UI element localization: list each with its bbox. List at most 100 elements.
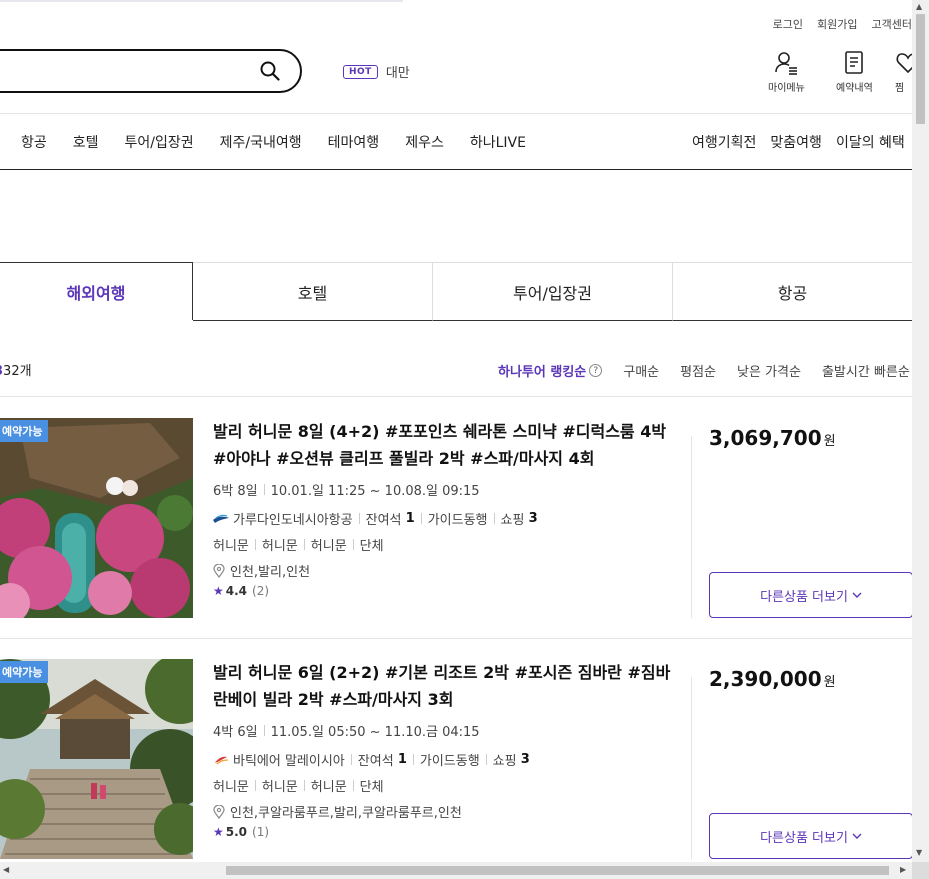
- tab-hotel[interactable]: 호텔: [193, 262, 433, 321]
- chevron-down-icon: [852, 592, 862, 598]
- product-rating: ★ 4.4 (2): [213, 584, 673, 598]
- wish-label: 찜: [895, 83, 905, 94]
- divider: [254, 539, 256, 550]
- hot-keyword-text[interactable]: 대만: [386, 62, 410, 81]
- price-currency: 원: [823, 434, 836, 449]
- guide-info: 가이드동행: [427, 513, 488, 528]
- search-icon[interactable]: [260, 61, 280, 85]
- divider: [350, 754, 352, 765]
- sort-purchase[interactable]: 구매순: [623, 361, 659, 380]
- result-count: 332개: [0, 360, 32, 379]
- search-input[interactable]: [0, 49, 302, 93]
- product-route: 인천,발리,인천: [213, 561, 673, 580]
- product-title[interactable]: 발리 허니문 6일 (2+2) #기본 리조트 2박 #포시즌 짐바란 #짐바란…: [213, 659, 673, 713]
- schedule-dates: 10.01.일 11:25 ~ 10.08.일 09:15: [270, 484, 480, 499]
- star-icon: ★: [213, 584, 224, 598]
- sort-departure[interactable]: 출발시간 빠른순: [822, 361, 910, 380]
- duration: 6박 8일: [213, 484, 258, 499]
- scroll-down-arrow-icon[interactable]: ▼: [916, 848, 922, 857]
- active-tab-gap: [0, 320, 193, 321]
- airline-name: 가루다인도네시아항공: [233, 513, 353, 528]
- product-image[interactable]: 예약가능: [0, 659, 193, 859]
- tab-flight[interactable]: 항공: [673, 262, 912, 321]
- reservations-button[interactable]: 예약내역: [836, 50, 873, 94]
- product-conditions: 바틱에어 말레이시아 잔여석 1 가이드동행 쇼핑 3: [213, 750, 673, 769]
- review-count: (2): [252, 584, 270, 598]
- more-products-button[interactable]: 다른상품 더보기: [709, 813, 913, 859]
- divider: [303, 539, 305, 550]
- scroll-up-arrow-icon[interactable]: ▲: [916, 2, 922, 11]
- price-value: 3,069,700: [709, 426, 822, 450]
- sort-low-price[interactable]: 낮은 가격순: [737, 361, 801, 380]
- help-icon[interactable]: ?: [589, 364, 603, 377]
- vertical-scroll-thumb[interactable]: [916, 14, 925, 124]
- nav-item-custom[interactable]: 맞춤여행: [770, 132, 822, 152]
- location-pin-icon: [213, 804, 225, 819]
- product-price: 2,390,000 원: [709, 667, 836, 691]
- airline-logo-icon: [215, 756, 229, 764]
- nav-item-zeus[interactable]: 제우스: [405, 132, 444, 152]
- seats-label: 잔여석: [357, 754, 394, 769]
- sort-ranking[interactable]: 하나투어 랭킹순?: [498, 361, 603, 380]
- tag: 단체: [359, 539, 384, 554]
- nav-item-tour[interactable]: 투어/입장권: [125, 132, 194, 152]
- price-currency: 원: [823, 675, 836, 690]
- nav-item-hotel[interactable]: 호텔: [73, 132, 99, 152]
- product-image[interactable]: 예약가능: [0, 418, 193, 618]
- more-products-button[interactable]: 다른상품 더보기: [709, 572, 913, 618]
- tab-tour[interactable]: 투어/입장권: [433, 262, 673, 321]
- duration: 4박 6일: [213, 725, 258, 740]
- product-tags: 허니문 허니문 허니문 단체: [213, 776, 673, 795]
- product-route: 인천,쿠알라룸푸르,발리,쿠알라룸푸르,인천: [213, 802, 673, 821]
- wish-button[interactable]: 찜: [895, 50, 912, 94]
- horizontal-scrollbar[interactable]: ◀ ▶: [0, 862, 912, 879]
- scroll-right-arrow-icon[interactable]: ▶: [900, 865, 906, 874]
- price-divider: [691, 677, 692, 859]
- tag: 허니문: [261, 539, 298, 554]
- mymenu-button[interactable]: 마이메뉴: [768, 50, 805, 94]
- horizontal-scroll-thumb[interactable]: [226, 866, 889, 875]
- global-nav: 항공 호텔 투어/입장권 제주/국내여행 테마여행 제우스 하나LIVE 여행기…: [0, 113, 912, 170]
- hot-keyword[interactable]: HOT 대만: [343, 62, 410, 81]
- vertical-scrollbar[interactable]: ▲ ▼: [912, 0, 929, 862]
- more-products-label: 다른상품 더보기: [760, 589, 848, 605]
- scroll-left-arrow-icon[interactable]: ◀: [3, 865, 9, 874]
- heart-icon: [896, 53, 912, 74]
- price-divider: [691, 436, 692, 618]
- tag: 허니문: [310, 780, 347, 795]
- tag: 허니문: [213, 539, 249, 554]
- nav-item-domestic[interactable]: 제주/국내여행: [220, 132, 302, 152]
- product-info: 발리 허니문 6일 (2+2) #기본 리조트 2박 #포시즌 짐바란 #짐바란…: [213, 659, 673, 839]
- price-value: 2,390,000: [709, 667, 822, 691]
- product-title[interactable]: 발리 허니문 8일 (4+2) #포포인츠 쉐라톤 스미냑 #디럭스룸 4박 #…: [213, 418, 673, 472]
- tag: 단체: [359, 780, 384, 795]
- customer-center-link[interactable]: 고객센터: [872, 16, 912, 32]
- product-conditions: 가루다인도네시아항공 잔여석 1 가이드동행 쇼핑 3: [213, 509, 673, 528]
- chevron-down-icon: [852, 833, 862, 839]
- shopping-count: 3: [520, 752, 530, 767]
- category-tabs: 해외여행 호텔 투어/입장권 항공: [0, 262, 912, 321]
- divider: [358, 513, 360, 524]
- product-item[interactable]: 예약가능 발리 허니문 8일 (4+2) #포포인츠 쉐라톤 스미냑 #디럭스룸…: [0, 418, 913, 618]
- nav-item-live[interactable]: 하나LIVE: [470, 132, 526, 152]
- divider: [412, 754, 414, 765]
- availability-badge: 예약가능: [0, 420, 49, 442]
- divider: [352, 539, 354, 550]
- schedule-dates: 11.05.일 05:50 ~ 11.10.금 04:15: [270, 725, 480, 740]
- sort-rating[interactable]: 평점순: [680, 361, 716, 380]
- document-icon: [845, 51, 864, 74]
- nav-item-exhibition[interactable]: 여행기획전: [692, 132, 756, 152]
- tab-overseas[interactable]: 해외여행: [0, 262, 193, 321]
- hot-badge: HOT: [343, 64, 378, 79]
- signup-link[interactable]: 회원가입: [817, 16, 857, 32]
- product-item[interactable]: 예약가능 발리 허니문 6일 (2+2) #기본 리조트 2박 #포시즌 짐바란…: [0, 659, 913, 859]
- nav-item-flight[interactable]: 항공: [21, 132, 47, 152]
- divider: [420, 513, 422, 524]
- nav-item-theme[interactable]: 테마여행: [328, 132, 380, 152]
- location-pin-icon: [213, 563, 225, 578]
- row-divider: [0, 638, 912, 639]
- guide-info: 가이드동행: [419, 754, 480, 769]
- login-link[interactable]: 로그인: [773, 16, 803, 32]
- rating-score: 4.4: [225, 584, 248, 598]
- nav-item-benefit[interactable]: 이달의 혜택: [836, 132, 905, 152]
